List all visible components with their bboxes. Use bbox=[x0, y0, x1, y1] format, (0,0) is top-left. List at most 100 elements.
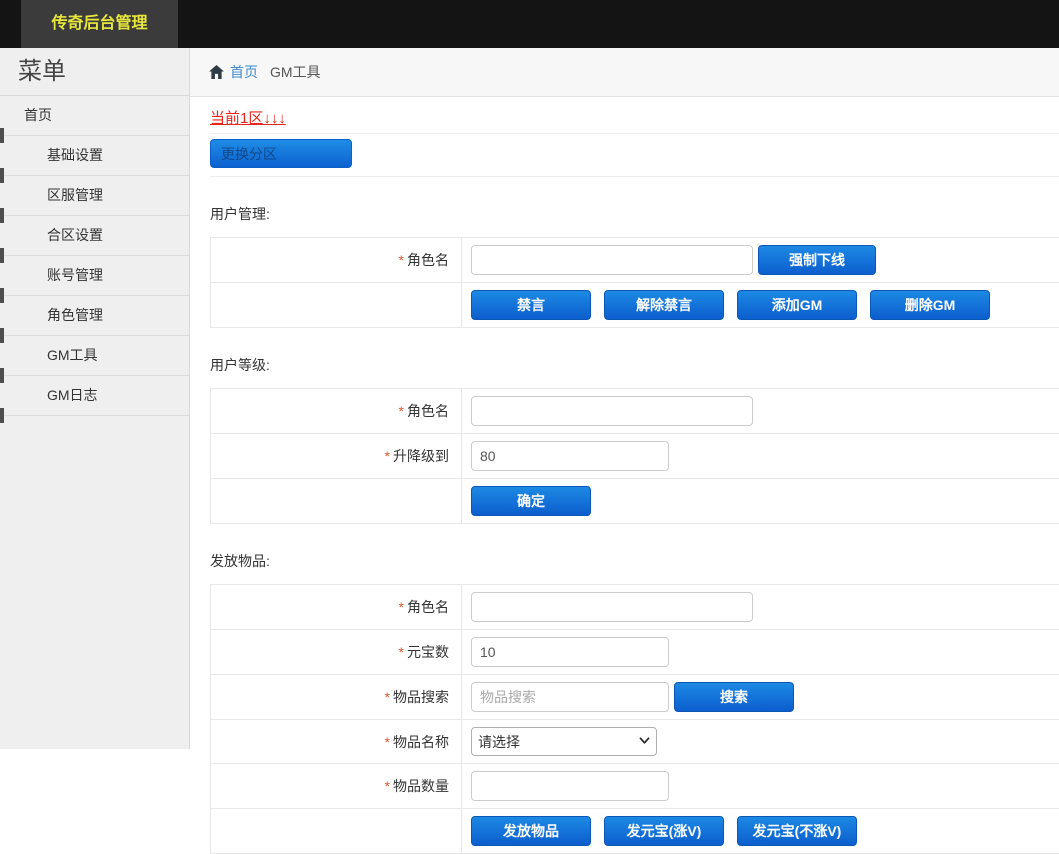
sidebar-item-merge-settings[interactable]: 合区设置 bbox=[0, 216, 189, 256]
table-row: * 角色名 bbox=[211, 585, 1059, 630]
user-level-title: 用户等级: bbox=[210, 355, 1059, 375]
empty-label-cell bbox=[211, 809, 462, 853]
table-cell bbox=[462, 764, 1059, 808]
give-items-table: * 角色名 * 元宝数 bbox=[210, 584, 1059, 854]
table-row: 禁言 解除禁言 添加GM 删除GM bbox=[211, 283, 1059, 328]
table-cell: 确定 bbox=[462, 479, 1059, 523]
required-mark: * bbox=[399, 403, 404, 419]
give-items-role-input[interactable] bbox=[471, 592, 753, 622]
sidebar-item-role-manage[interactable]: 角色管理 bbox=[0, 296, 189, 336]
section-give-items: 发放物品: * 角色名 * 元宝数 bbox=[210, 551, 1059, 854]
page-body: 当前1区↓↓↓ 更换分区 用户管理: * 角色名 强制下线 bbox=[190, 97, 1059, 854]
required-mark: * bbox=[399, 252, 404, 268]
sidebar-menu: 首页 基础设置 区服管理 合区设置 账号管理 角色管理 GM工具 GM日志 bbox=[0, 96, 189, 416]
table-cell bbox=[462, 630, 1059, 674]
empty-label-cell bbox=[211, 479, 462, 523]
app-title: 传奇后台管理 bbox=[21, 0, 178, 48]
give-items-title: 发放物品: bbox=[210, 551, 1059, 571]
table-cell: 禁言 解除禁言 添加GM 删除GM bbox=[462, 283, 1059, 327]
table-row: * 物品名称 请选择 bbox=[211, 720, 1059, 764]
level-target-input[interactable] bbox=[471, 441, 669, 471]
current-zone-notice: 当前1区↓↓↓ bbox=[210, 110, 286, 127]
required-mark: * bbox=[399, 599, 404, 615]
role-name-label-text: 角色名 bbox=[407, 250, 449, 270]
search-button[interactable]: 搜索 bbox=[674, 682, 794, 712]
required-mark: * bbox=[385, 689, 390, 705]
user-manage-table: * 角色名 强制下线 禁言 解除禁言 添加GM 删除GM bbox=[210, 237, 1059, 328]
yuanbao-count-label-text: 元宝数 bbox=[407, 642, 449, 662]
item-name-label-text: 物品名称 bbox=[393, 732, 449, 752]
table-row: 发放物品 发元宝(涨V) 发元宝(不涨V) bbox=[211, 809, 1059, 854]
breadcrumb-home-link[interactable]: 首页 bbox=[230, 62, 258, 82]
empty-label-cell bbox=[211, 283, 462, 327]
required-mark: * bbox=[385, 448, 390, 464]
item-count-input[interactable] bbox=[471, 771, 669, 801]
topbar: 传奇后台管理 bbox=[0, 0, 1059, 48]
sidebar: 菜单 首页 基础设置 区服管理 合区设置 账号管理 角色管理 GM工具 GM日志 bbox=[0, 48, 190, 749]
level-target-label-text: 升降级到 bbox=[393, 446, 449, 466]
change-zone-select[interactable]: 更换分区 bbox=[210, 139, 352, 168]
zone-switch-row: 更换分区 bbox=[210, 134, 1059, 177]
breadcrumb: 首页 GM工具 bbox=[190, 48, 1059, 97]
role-name-label-text: 角色名 bbox=[407, 597, 449, 617]
user-manage-title: 用户管理: bbox=[210, 204, 1059, 224]
yuanbao-count-label: * 元宝数 bbox=[211, 630, 462, 674]
required-mark: * bbox=[385, 778, 390, 794]
table-cell bbox=[462, 434, 1059, 478]
table-cell: 发放物品 发元宝(涨V) 发元宝(不涨V) bbox=[462, 809, 1059, 853]
sidebar-item-gm-tools[interactable]: GM工具 bbox=[0, 336, 189, 376]
item-search-label-text: 物品搜索 bbox=[393, 687, 449, 707]
sidebar-item-account-manage[interactable]: 账号管理 bbox=[0, 256, 189, 296]
table-row: * 角色名 强制下线 bbox=[211, 238, 1059, 283]
main-content: 首页 GM工具 当前1区↓↓↓ 更换分区 用户管理: * 角色名 强制下线 bbox=[190, 48, 1059, 854]
required-mark: * bbox=[385, 734, 390, 750]
table-cell: 强制下线 bbox=[462, 238, 1059, 282]
section-user-manage: 用户管理: * 角色名 强制下线 禁言 解除禁言 bbox=[210, 204, 1059, 328]
level-target-label: * 升降级到 bbox=[211, 434, 462, 478]
item-search-label: * 物品搜索 bbox=[211, 675, 462, 719]
yuanbao-count-input[interactable] bbox=[471, 637, 669, 667]
unmute-button[interactable]: 解除禁言 bbox=[604, 290, 724, 320]
mute-button[interactable]: 禁言 bbox=[471, 290, 591, 320]
table-row: * 角色名 bbox=[211, 389, 1059, 434]
table-row: * 物品搜索 搜索 bbox=[211, 675, 1059, 720]
give-yuanbao-no-v-button[interactable]: 发元宝(不涨V) bbox=[737, 816, 857, 846]
role-name-label-text: 角色名 bbox=[407, 401, 449, 421]
give-item-button[interactable]: 发放物品 bbox=[471, 816, 591, 846]
table-row: * 元宝数 bbox=[211, 630, 1059, 675]
table-row: 确定 bbox=[211, 479, 1059, 524]
item-count-label: * 物品数量 bbox=[211, 764, 462, 808]
table-cell: 请选择 bbox=[462, 720, 1059, 763]
table-row: * 升降级到 bbox=[211, 434, 1059, 479]
role-name-label: * 角色名 bbox=[211, 238, 462, 282]
user-level-role-input[interactable] bbox=[471, 396, 753, 426]
item-count-label-text: 物品数量 bbox=[393, 776, 449, 796]
remove-gm-button[interactable]: 删除GM bbox=[870, 290, 990, 320]
item-name-label: * 物品名称 bbox=[211, 720, 462, 763]
item-name-select[interactable]: 请选择 bbox=[471, 727, 657, 756]
item-name-select-wrap: 请选择 bbox=[471, 727, 657, 756]
breadcrumb-current: GM工具 bbox=[270, 62, 321, 82]
confirm-button[interactable]: 确定 bbox=[471, 486, 591, 516]
table-cell bbox=[462, 389, 1059, 433]
give-yuanbao-up-v-button[interactable]: 发元宝(涨V) bbox=[604, 816, 724, 846]
table-cell: 搜索 bbox=[462, 675, 1059, 719]
force-offline-button[interactable]: 强制下线 bbox=[758, 245, 876, 275]
sidebar-item-server-manage[interactable]: 区服管理 bbox=[0, 176, 189, 216]
sidebar-item-basic-settings[interactable]: 基础设置 bbox=[0, 136, 189, 176]
item-search-input[interactable] bbox=[471, 682, 669, 712]
sidebar-item-gm-logs[interactable]: GM日志 bbox=[0, 376, 189, 416]
required-mark: * bbox=[399, 644, 404, 660]
section-user-level: 用户等级: * 角色名 * 升降级到 bbox=[210, 355, 1059, 524]
user-manage-role-input[interactable] bbox=[471, 245, 753, 275]
table-row: * 物品数量 bbox=[211, 764, 1059, 809]
home-icon bbox=[209, 65, 224, 79]
table-cell bbox=[462, 585, 1059, 629]
zone-notice-row: 当前1区↓↓↓ bbox=[210, 97, 1059, 134]
role-name-label: * 角色名 bbox=[211, 389, 462, 433]
user-level-table: * 角色名 * 升降级到 bbox=[210, 388, 1059, 524]
sidebar-item-home[interactable]: 首页 bbox=[0, 96, 189, 136]
role-name-label: * 角色名 bbox=[211, 585, 462, 629]
sidebar-title: 菜单 bbox=[0, 48, 189, 96]
add-gm-button[interactable]: 添加GM bbox=[737, 290, 857, 320]
